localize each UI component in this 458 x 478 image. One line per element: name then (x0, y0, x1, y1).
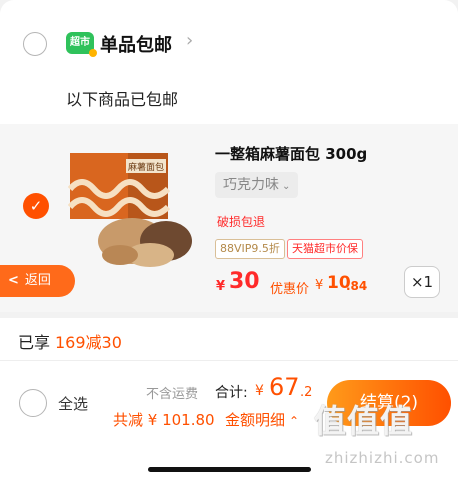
home-indicator[interactable] (148, 467, 311, 472)
promotion-prefix: 已享 (18, 333, 51, 352)
price-currency: ¥ (216, 279, 226, 294)
free-shipping-note: 以下商品已包邮 (66, 90, 179, 109)
product-title[interactable]: 一整箱麻薯面包 300g (215, 143, 367, 164)
total-savings: 共减 ¥ 101.80 (113, 411, 215, 429)
sku-selector[interactable]: 巧克力味 ⌄ (215, 172, 299, 198)
logo-text: 超市 (70, 37, 90, 48)
watermark-url: zhizhizhi.com (325, 449, 440, 467)
chevron-left-icon: < (8, 273, 19, 288)
back-label: 返回 (24, 273, 51, 288)
tmall-supermarket-logo: 超市 (66, 32, 97, 57)
quantity-stepper[interactable]: ×1 (404, 266, 440, 298)
select-all-radio[interactable] (19, 389, 47, 417)
discount-price-decimal: .84 (346, 279, 368, 293)
amount-detail-link[interactable]: 金额明细 ⌃ (225, 409, 299, 430)
total-currency: ¥ (255, 383, 264, 399)
watermark-logo: 值值值 (314, 402, 414, 440)
amount-detail-label: 金额明细 (225, 411, 286, 429)
total-integer: 67 (269, 373, 300, 401)
promotion-value: 169减30 (55, 333, 122, 352)
select-all-label[interactable]: 全选 (58, 393, 88, 414)
product-image[interactable]: 麻薯面包 (68, 149, 194, 267)
total-decimal: .2 (300, 385, 313, 400)
shop-title[interactable]: 单品包邮 (100, 31, 172, 57)
price-protection-tag: 天猫超市价保 (287, 239, 363, 259)
shop-header[interactable]: 超市 单品包邮 › (0, 20, 458, 68)
shipping-note: 不含运费 (146, 387, 199, 402)
product-price: 30 (229, 269, 260, 294)
vip-discount-tag: 88VIP9.5折 (215, 239, 285, 259)
discount-price-label: 优惠价 (270, 282, 310, 297)
total-label: 合计: (215, 385, 248, 401)
item-selected-checkbox[interactable]: ✓ (23, 193, 49, 219)
sku-value: 巧克力味 (223, 177, 279, 193)
product-image-label: 麻薯面包 (128, 161, 164, 173)
chevron-up-icon: ⌃ (289, 414, 300, 428)
shop-select-radio[interactable] (23, 32, 47, 56)
discount-currency: ¥ (315, 278, 324, 293)
chevron-down-icon: ⌄ (282, 181, 291, 192)
logo-dot-icon (89, 49, 97, 57)
promotion-strip: 已享 169减30 (0, 318, 458, 360)
return-policy-tag: 破损包退 (217, 215, 266, 229)
cart-shop-card: 超市 单品包邮 › 以下商品已包邮 ✓ 麻薯面包 一整箱麻薯面包 300g 巧克… (0, 0, 458, 312)
chevron-right-icon[interactable]: › (186, 30, 193, 51)
back-button[interactable]: < 返回 (0, 265, 75, 297)
